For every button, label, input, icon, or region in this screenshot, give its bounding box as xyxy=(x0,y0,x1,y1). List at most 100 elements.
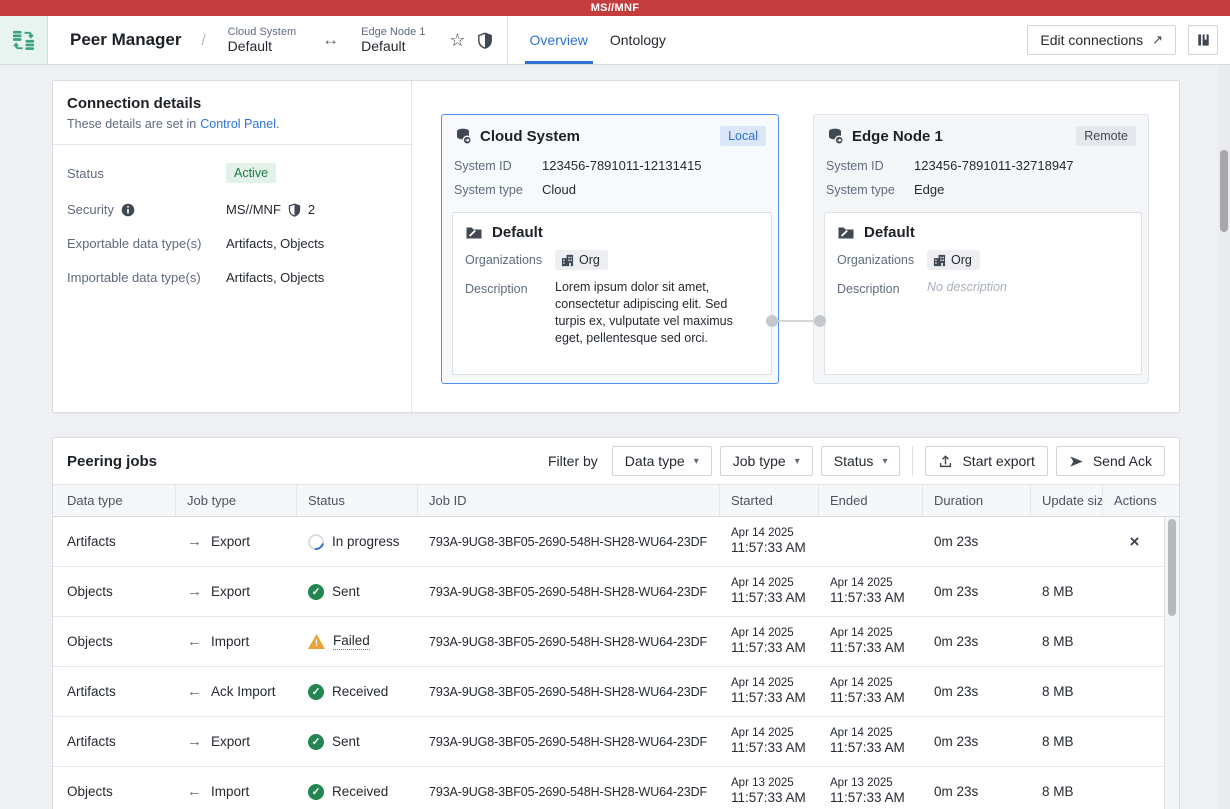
job-row[interactable]: Artifacts ← Ack Import ✓ Received 793A-9… xyxy=(53,667,1166,717)
system-id-value: 123456-7891011-12131415 xyxy=(542,158,702,173)
exportable-value: Artifacts, Objects xyxy=(226,236,324,251)
system-id-value: 123456-7891011-32718947 xyxy=(914,158,1074,173)
remote-system-name: Edge Node 1 xyxy=(361,26,425,39)
org-tag-label: Org xyxy=(951,253,972,267)
job-started-time: 11:57:33 AM xyxy=(731,790,806,807)
job-id: 793A-9UG8-3BF05-2690-548H-SH28-WU64-23DF xyxy=(418,617,720,666)
col-ended: Ended xyxy=(819,485,923,516)
org-tag-label: Org xyxy=(579,253,600,267)
peering-jobs-card: Peering jobs Filter by Data type ▾ Job t… xyxy=(52,437,1180,809)
job-row[interactable]: Artifacts → Export ✓ Sent 793A-9UG8-3BF0… xyxy=(53,717,1166,767)
classification-banner: MS//MNF xyxy=(0,0,1230,16)
job-status-text: Failed xyxy=(333,633,370,650)
space-description: No description xyxy=(927,279,1007,296)
peer-manager-app: MS//MNF xyxy=(0,0,1230,809)
chevron-down-icon: ▾ xyxy=(882,456,887,467)
job-status-icon: ✓ xyxy=(308,584,324,600)
system-database-icon xyxy=(826,127,844,145)
importable-value: Artifacts, Objects xyxy=(226,270,324,285)
job-update-size xyxy=(1031,517,1103,566)
panel-divider xyxy=(411,81,412,412)
space-card[interactable]: Default Organizations xyxy=(452,212,772,375)
job-type: Import xyxy=(211,784,249,799)
swap-arrows-icon: ↔ xyxy=(322,30,339,50)
remote-badge: Remote xyxy=(1076,126,1136,146)
chevron-down-icon: ▾ xyxy=(694,456,699,467)
job-status-icon: ! xyxy=(308,634,325,649)
favorite-star-icon[interactable]: ☆ xyxy=(449,30,465,51)
classification-text: MS//MNF xyxy=(591,2,640,14)
job-status-icon xyxy=(305,530,327,552)
remote-space-name: Default xyxy=(361,38,425,54)
space-description: Lorem ipsum dolor sit amet, consectetur … xyxy=(555,279,759,347)
send-icon xyxy=(1069,454,1084,469)
edit-connections-button[interactable]: Edit connections ↗ xyxy=(1027,25,1176,55)
connector-dot-right xyxy=(814,315,826,327)
info-icon[interactable] xyxy=(121,203,135,217)
job-ended-date: Apr 14 2025 xyxy=(830,626,893,640)
security-label: Security xyxy=(67,202,114,217)
app-title: Peer Manager xyxy=(70,30,182,50)
job-row[interactable]: Objects ← Import ✓ Received 793A-9UG8-3B… xyxy=(53,767,1166,809)
status-row: Status Active xyxy=(67,163,397,183)
table-scrollbar-track xyxy=(1164,517,1179,809)
job-duration: 0m 23s xyxy=(923,617,1031,666)
breadcrumb-local-system[interactable]: Cloud System Default xyxy=(228,26,296,55)
status-badge: Active xyxy=(226,163,276,183)
space-name: Default xyxy=(492,224,543,241)
system-id-label: System ID xyxy=(454,159,542,173)
filter-by-label: Filter by xyxy=(548,453,598,469)
job-cancel-button[interactable]: × xyxy=(1130,532,1140,552)
importable-label: Importable data type(s) xyxy=(67,270,226,285)
chevron-down-icon: ▾ xyxy=(795,456,800,467)
col-data-type: Data type xyxy=(53,485,176,516)
job-update-size: 8 MB xyxy=(1031,717,1103,766)
system-id-label: System ID xyxy=(826,159,914,173)
job-ended-date: Apr 14 2025 xyxy=(830,576,893,590)
job-direction-icon: ← xyxy=(187,683,202,700)
space-card[interactable]: Default Organizations xyxy=(824,212,1142,375)
job-data-type: Objects xyxy=(53,767,176,809)
page-scrollbar-thumb[interactable] xyxy=(1220,150,1228,232)
description-label: Description xyxy=(837,279,927,296)
space-name: Default xyxy=(864,224,915,241)
system-card-local[interactable]: Cloud System Local System ID 123456-7891… xyxy=(441,114,779,384)
tab-overview[interactable]: Overview xyxy=(527,16,591,64)
send-ack-button[interactable]: Send Ack xyxy=(1056,446,1165,476)
job-started-time: 11:57:33 AM xyxy=(731,540,806,557)
job-duration: 0m 23s xyxy=(923,567,1031,616)
col-started: Started xyxy=(720,485,819,516)
job-row[interactable]: Objects → Export ✓ Sent 793A-9UG8-3BF05-… xyxy=(53,567,1166,617)
breadcrumb-remote-system[interactable]: Edge Node 1 Default xyxy=(361,26,425,55)
security-shield-icon[interactable] xyxy=(477,32,493,49)
job-row[interactable]: Objects ← Import ! Failed 793A-9UG8-3BF0… xyxy=(53,617,1166,667)
peering-jobs-title: Peering jobs xyxy=(67,453,157,470)
job-data-type: Artifacts xyxy=(53,717,176,766)
job-direction-icon: ← xyxy=(187,783,202,800)
job-type-filter[interactable]: Job type ▾ xyxy=(720,446,813,476)
job-duration: 0m 23s xyxy=(923,767,1031,809)
col-job-type: Job type xyxy=(176,485,297,516)
exportable-label: Exportable data type(s) xyxy=(67,236,226,251)
job-ended-date: Apr 14 2025 xyxy=(830,726,893,740)
importable-row: Importable data type(s) Artifacts, Objec… xyxy=(67,270,397,285)
panel-toggle-button[interactable] xyxy=(1188,25,1218,55)
building-icon xyxy=(933,254,946,267)
local-badge: Local xyxy=(720,126,766,146)
tab-ontology[interactable]: Ontology xyxy=(607,16,669,64)
start-export-button[interactable]: Start export xyxy=(925,446,1047,476)
job-data-type: Artifacts xyxy=(53,667,176,716)
job-row[interactable]: Artifacts → Export In progress 793A-9UG8… xyxy=(53,517,1166,567)
job-status-icon: ✓ xyxy=(308,684,324,700)
control-panel-link[interactable]: Control Panel xyxy=(200,117,276,131)
breadcrumb-separator: / xyxy=(202,32,206,49)
job-type: Ack Import xyxy=(211,684,276,699)
job-started-date: Apr 14 2025 xyxy=(731,676,794,690)
job-type: Export xyxy=(211,734,250,749)
status-filter[interactable]: Status ▾ xyxy=(821,446,901,476)
table-scrollbar-thumb[interactable] xyxy=(1168,519,1176,616)
data-type-filter[interactable]: Data type ▾ xyxy=(612,446,712,476)
system-card-remote[interactable]: Edge Node 1 Remote System ID 123456-7891… xyxy=(813,114,1149,384)
view-tabs: Overview Ontology xyxy=(519,16,677,64)
app-logo[interactable] xyxy=(0,16,48,64)
